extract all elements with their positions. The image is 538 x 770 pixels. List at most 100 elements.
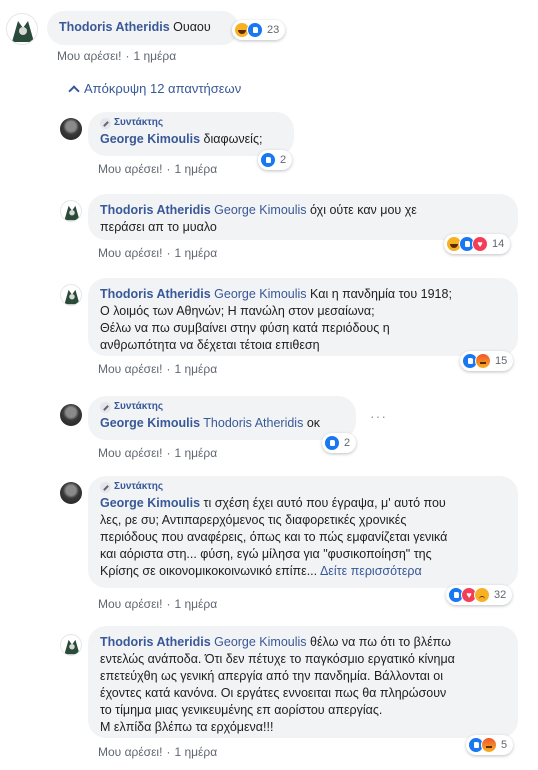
more-options-icon[interactable]: ··· xyxy=(370,408,387,424)
timestamp[interactable]: 1 ημέρα xyxy=(174,446,217,460)
comment-bubble: Συντάκτης George Kimoulis τι σχέση έχει … xyxy=(88,476,518,588)
avatar[interactable] xyxy=(60,404,82,426)
comment-bubble: Thodoris Atheridis Ουαου xyxy=(47,11,239,45)
comment-bubble: Συντάκτης George Kimoulis διαφωνείς; xyxy=(88,112,294,156)
reactions-summary[interactable]: 5 xyxy=(466,735,514,755)
author-badge-label: Συντάκτης xyxy=(114,117,164,128)
thodoris-avatar-icon xyxy=(64,205,80,221)
pen-icon xyxy=(100,481,111,493)
author-badge-label: Συντάκτης xyxy=(114,401,164,412)
comment-bubble: Thodoris Atheridis George Kimoulis Και η… xyxy=(88,278,518,356)
mention-link[interactable]: George Kimoulis xyxy=(214,287,306,301)
reactions-summary[interactable]: 15 xyxy=(460,351,514,371)
comment-text-line: και αόριστα στη... φύση, εγώ μίλησα για … xyxy=(100,547,432,561)
like-reaction-icon xyxy=(324,435,340,451)
comment-actions: Μου αρέσει! · 1 ημέρα xyxy=(98,597,217,611)
like-reaction-icon xyxy=(247,22,263,38)
like-link[interactable]: Μου αρέσει! xyxy=(57,49,121,63)
reaction-count: 2 xyxy=(280,154,287,166)
reactions-summary[interactable]: 2 xyxy=(258,150,293,170)
comment-text-line: ανθρωπότητα να δέχεται τέτοια επιθεση xyxy=(100,338,320,352)
comment-author[interactable]: Thodoris Atheridis xyxy=(100,635,211,649)
like-link[interactable]: Μου αρέσει! xyxy=(98,362,162,376)
comment-text-line: Ο λοιμός των Αθηνών; Η πανώλη στον μεσαί… xyxy=(100,304,375,318)
separator: · xyxy=(125,49,130,63)
avatar[interactable] xyxy=(6,13,38,45)
timestamp[interactable]: 1 ημέρα xyxy=(174,246,217,260)
comment-text: διαφωνείς; xyxy=(203,132,263,146)
comment-text-line: Κρίσης σε οικονομικοκοινωνικό επίπε... xyxy=(100,564,318,578)
love-reaction-icon xyxy=(472,236,488,252)
angry-reaction-icon xyxy=(475,353,491,369)
chevron-up-icon xyxy=(68,84,80,97)
angry-reaction-icon xyxy=(481,737,497,753)
separator: · xyxy=(166,597,171,611)
like-link[interactable]: Μου αρέσει! xyxy=(98,745,162,759)
hide-replies-link[interactable]: Απόκρυψη 12 απαντήσεων xyxy=(68,81,242,97)
comment-actions: Μου αρέσει! · 1 ημέρα xyxy=(98,362,217,376)
like-link[interactable]: Μου αρέσει! xyxy=(98,162,162,176)
reactions-summary[interactable]: 23 xyxy=(232,20,286,40)
reaction-count: 15 xyxy=(495,355,508,367)
like-reaction-icon xyxy=(260,152,276,168)
reactions-summary[interactable]: 14 xyxy=(444,234,511,254)
timestamp[interactable]: 1 ημέρα xyxy=(174,162,217,176)
separator: · xyxy=(166,745,171,759)
comment-actions: Μου αρέσει! · 1 ημέρα xyxy=(57,49,176,63)
comment-text-line: περάσει απ το μυαλο xyxy=(100,220,217,234)
comment-author[interactable]: George Kimoulis xyxy=(100,416,200,430)
comment-text-line: Θέλω να πω συμβαίνει στην φύση κατά περι… xyxy=(100,321,390,335)
separator: · xyxy=(166,362,171,376)
comment-actions: Μου αρέσει! · 1 ημέρα xyxy=(98,162,217,176)
avatar[interactable] xyxy=(60,284,82,306)
separator: · xyxy=(166,446,171,460)
comment-text: Ουαου xyxy=(173,20,211,34)
comment-text-line: Μ ελπίδα βλέπω τα ερχόμενα!!! xyxy=(100,720,274,734)
author-badge: Συντάκτης xyxy=(100,401,344,413)
hide-replies-label: Απόκρυψη 12 απαντήσεων xyxy=(84,81,242,96)
comment-author[interactable]: George Kimoulis xyxy=(100,496,200,510)
comment-author[interactable]: Thodoris Atheridis xyxy=(100,287,211,301)
comment-actions: Μου αρέσει! · 1 ημέρα xyxy=(98,246,217,260)
reactions-summary[interactable]: 32 xyxy=(446,585,513,605)
comment-author[interactable]: Thodoris Atheridis xyxy=(59,20,170,34)
pen-icon xyxy=(100,401,111,413)
avatar[interactable] xyxy=(60,482,82,504)
see-more-link[interactable]: Δείτε περισσότερα xyxy=(320,564,422,578)
avatar[interactable] xyxy=(60,118,82,140)
comment-author[interactable]: Thodoris Atheridis xyxy=(100,203,211,217)
avatar[interactable] xyxy=(60,634,82,656)
timestamp[interactable]: 1 ημέρα xyxy=(133,49,176,63)
comment-text-line: επετεύχθη ως γενική απεργία από την πανδ… xyxy=(100,669,444,683)
author-badge: Συντάκτης xyxy=(100,481,506,493)
comment-text-line: Και η πανδημία του 1918; xyxy=(310,287,452,301)
comment-text-line: περιόδους που αναφέρεις, όπως και το πώς… xyxy=(100,530,448,544)
sad-reaction-icon xyxy=(474,587,490,603)
mention-link[interactable]: George Kimoulis xyxy=(214,203,306,217)
mention-link[interactable]: George Kimoulis xyxy=(214,635,306,649)
timestamp[interactable]: 1 ημέρα xyxy=(174,362,217,376)
comment-bubble: Συντάκτης George Kimoulis Thodoris Ather… xyxy=(88,396,356,440)
comment-author[interactable]: George Kimoulis xyxy=(100,132,200,146)
timestamp[interactable]: 1 ημέρα xyxy=(174,745,217,759)
comment-bubble: Thodoris Atheridis George Kimoulis θέλω … xyxy=(88,626,518,738)
mention-link[interactable]: Thodoris Atheridis xyxy=(203,416,303,430)
comment-text-line: τι σχέση έχει αυτό που έγραψα, μ' αυτό π… xyxy=(203,496,446,510)
reaction-count: 2 xyxy=(344,437,351,449)
reaction-count: 14 xyxy=(492,238,505,250)
thodoris-avatar-icon xyxy=(64,639,80,655)
avatar[interactable] xyxy=(60,200,82,222)
timestamp[interactable]: 1 ημέρα xyxy=(174,597,217,611)
like-link[interactable]: Μου αρέσει! xyxy=(98,597,162,611)
like-link[interactable]: Μου αρέσει! xyxy=(98,246,162,260)
reactions-summary[interactable]: 2 xyxy=(322,433,357,453)
thodoris-avatar-icon xyxy=(64,289,80,305)
thodoris-avatar-icon xyxy=(12,21,34,42)
comment-actions: Μου αρέσει! · 1 ημέρα xyxy=(98,745,217,759)
pen-icon xyxy=(100,117,111,129)
comment-text-line: θέλω να πω ότι το βλέπω xyxy=(310,635,451,649)
comment-actions: Μου αρέσει! · 1 ημέρα xyxy=(98,446,217,460)
comment-text-line: έχοντες κατά κανόνα. Οι εργάτες εννοειτα… xyxy=(100,686,447,700)
author-badge: Συντάκτης xyxy=(100,117,282,129)
like-link[interactable]: Μου αρέσει! xyxy=(98,446,162,460)
